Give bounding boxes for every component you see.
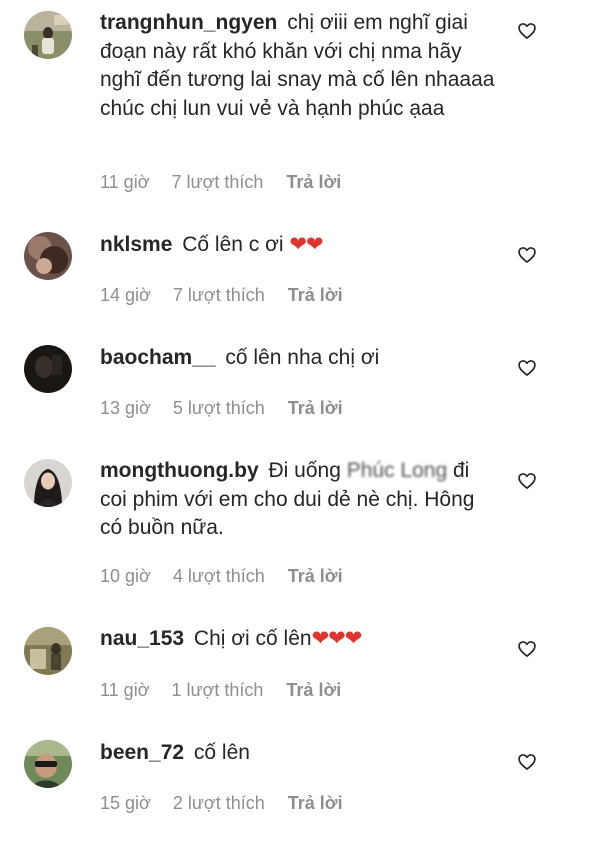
- comment-message: cố lên nha chị ơi: [225, 346, 380, 369]
- comment-meta: 15 giờ 2 lượt thích Trả lời: [100, 793, 343, 814]
- heart-icon[interactable]: [517, 358, 537, 378]
- reply-button[interactable]: Trả lời: [288, 793, 343, 814]
- comment-likes[interactable]: 5 lượt thích: [173, 398, 265, 419]
- comment-username[interactable]: been_72: [100, 741, 184, 764]
- reply-button[interactable]: Trả lời: [288, 285, 343, 306]
- comment-username[interactable]: nau_153: [100, 627, 184, 650]
- comment-list: trangnhun_ngyen chị ơiii em nghĩ giai đo…: [0, 0, 600, 849]
- comment-likes[interactable]: 7 lượt thích: [172, 172, 264, 193]
- comment-likes[interactable]: 4 lượt thích: [173, 566, 265, 587]
- comment-time: 11 giờ: [100, 680, 150, 700]
- comment-message-before: Đi uống: [268, 459, 341, 482]
- comment-meta: 11 giờ 7 lượt thích Trả lời: [100, 172, 341, 193]
- comment-meta: 14 giờ 7 lượt thích Trả lời: [100, 285, 343, 306]
- reply-button[interactable]: Trả lời: [286, 172, 341, 193]
- comment-message: Chị ơi cố lên: [193, 627, 312, 650]
- comment-time: 11 giờ: [100, 172, 150, 192]
- reply-button[interactable]: Trả lời: [288, 566, 343, 587]
- comment-text: nklsme Cố lên c ơi ❤❤: [100, 231, 498, 260]
- heart-icon[interactable]: [517, 639, 537, 659]
- comment-text: baocham__ cố lên nha chị ơi: [100, 344, 498, 373]
- comment-time: 13 giờ: [100, 398, 151, 418]
- comment-likes[interactable]: 7 lượt thích: [173, 285, 265, 306]
- heart-icon[interactable]: [517, 471, 537, 491]
- comment-text: trangnhun_ngyen chị ơiii em nghĩ giai đo…: [100, 9, 498, 123]
- comment-username[interactable]: nklsme: [100, 233, 172, 256]
- comment-text: been_72 cố lên: [100, 739, 498, 768]
- comment-time: 10 giờ: [100, 566, 151, 586]
- comment-meta: 13 giờ 5 lượt thích Trả lời: [100, 398, 343, 419]
- comment-message: Cố lên c ơi: [182, 233, 284, 256]
- comment-likes[interactable]: 1 lượt thích: [172, 680, 264, 701]
- reply-button[interactable]: Trả lời: [288, 398, 343, 419]
- heart-icon[interactable]: [517, 245, 537, 265]
- red-heart-emoji: ❤❤: [289, 233, 323, 256]
- comment-username[interactable]: mongthuong.by: [100, 459, 259, 482]
- comment-message: cố lên: [193, 741, 250, 764]
- comment-username[interactable]: trangnhun_ngyen: [100, 11, 277, 34]
- avatar[interactable]: [24, 459, 72, 507]
- blurred-brand-text: Phúc Long: [346, 459, 448, 482]
- comment-time: 15 giờ: [100, 793, 151, 813]
- avatar[interactable]: [24, 11, 72, 59]
- heart-icon[interactable]: [517, 752, 537, 772]
- avatar[interactable]: [24, 740, 72, 788]
- comment-meta: 11 giờ 1 lượt thích Trả lời: [100, 680, 341, 701]
- reply-button[interactable]: Trả lời: [286, 680, 341, 701]
- avatar[interactable]: [24, 232, 72, 280]
- comment-text: mongthuong.by Đi uống Phúc Long đi coi p…: [100, 457, 498, 543]
- comment-meta: 10 giờ 4 lượt thích Trả lời: [100, 566, 343, 587]
- comment-likes[interactable]: 2 lượt thích: [173, 793, 265, 814]
- avatar[interactable]: [24, 345, 72, 393]
- avatar[interactable]: [24, 627, 72, 675]
- comment-username[interactable]: baocham__: [100, 346, 216, 369]
- red-heart-emoji: ❤❤❤: [311, 627, 363, 650]
- comment-text: nau_153 Chị ơi cố lên❤❤❤: [100, 625, 498, 654]
- heart-icon[interactable]: [517, 21, 537, 41]
- comment-time: 14 giờ: [100, 285, 151, 305]
